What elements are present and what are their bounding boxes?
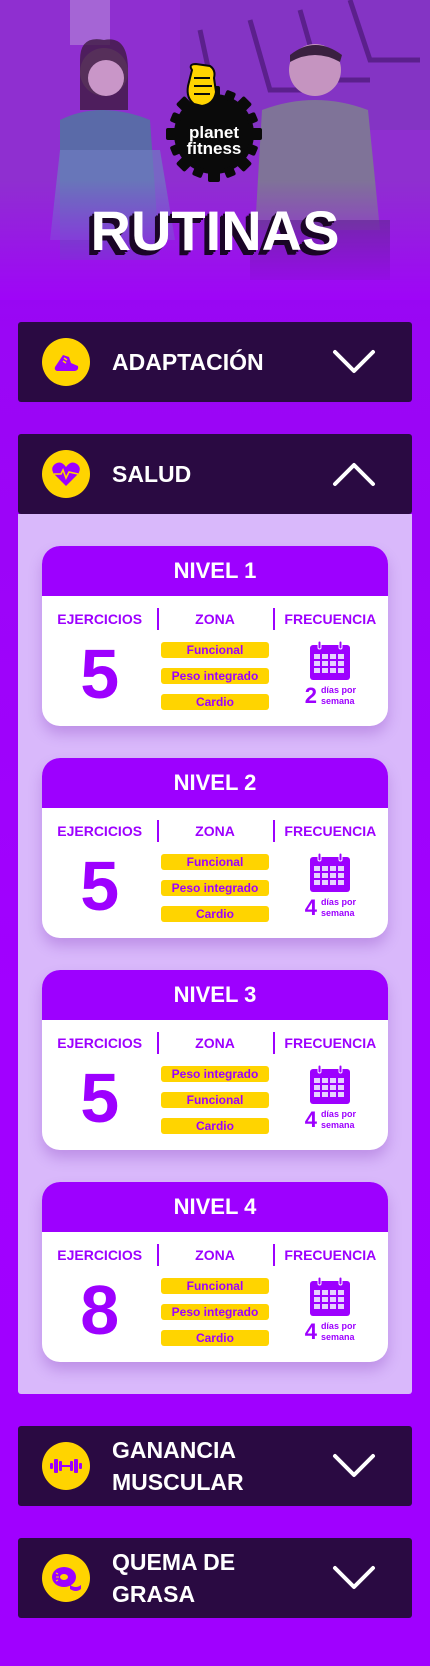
- ejercicios-column: EJERCICIOS 8: [42, 1244, 157, 1362]
- zone-badge: Funcional: [160, 1278, 269, 1294]
- zone-badge: Peso integrado: [160, 1304, 269, 1320]
- frecuencia-column: FRECUENCIA: [272, 608, 388, 726]
- accordion-header-adaptacion[interactable]: ADAPTACIÓN: [18, 322, 412, 402]
- ejercicios-column: EJERCICIOS 5: [42, 608, 157, 726]
- accordion-label: QUEMA DE GRASA: [112, 1549, 236, 1607]
- page-title: RUTINAS: [90, 199, 340, 262]
- column-title: FRECUENCIA: [284, 1035, 377, 1051]
- column-title: EJERCICIOS: [57, 1247, 143, 1263]
- chevron-down-icon[interactable]: [332, 1565, 376, 1591]
- days-label: días por: [320, 1109, 356, 1119]
- level-title: NIVEL 2: [42, 758, 388, 808]
- zone-badge: Cardio: [160, 694, 269, 710]
- ejercicios-column: EJERCICIOS 5: [42, 1032, 157, 1150]
- level-card-3: NIVEL 3 EJERCICIOS 5 ZONA Peso integrado…: [42, 970, 388, 1150]
- chevron-down-icon[interactable]: [332, 349, 376, 375]
- calendar-icon: [310, 852, 351, 892]
- zone-badge: Funcional: [160, 854, 269, 870]
- dumbbell-icon: [42, 1442, 90, 1490]
- column-title: EJERCICIOS: [57, 823, 143, 839]
- section-quema-de-grasa: QUEMA DE GRASA: [18, 1538, 412, 1618]
- zone-badge: Peso integrado: [160, 880, 269, 896]
- column-title: ZONA: [195, 1035, 235, 1051]
- days-label: días por: [320, 897, 356, 907]
- accordion-label: GANANCIA MUSCULAR: [112, 1437, 244, 1495]
- frecuencia-column: FRECUENCIA: [272, 1244, 388, 1362]
- column-title: FRECUENCIA: [284, 611, 377, 627]
- column-title: ZONA: [195, 823, 235, 839]
- exercise-count: 5: [80, 1059, 120, 1137]
- heart-pulse-icon: [42, 450, 90, 498]
- level-title: NIVEL 3: [42, 970, 388, 1020]
- days-label: días por: [320, 1321, 356, 1331]
- days-count: 4: [304, 1107, 317, 1132]
- exercise-count: 5: [80, 635, 120, 713]
- column-title: ZONA: [195, 1247, 235, 1263]
- level-title: NIVEL 1: [42, 546, 388, 596]
- zone-badge: Cardio: [160, 1330, 269, 1346]
- tape-measure-icon: [42, 1554, 90, 1602]
- level-card-4: NIVEL 4 EJERCICIOS 8 ZONA Funcional Peso…: [42, 1182, 388, 1362]
- zona-column: ZONA Funcional Peso integrado Cardio: [157, 820, 272, 938]
- zone-badge: Cardio: [160, 1118, 269, 1134]
- calendar-icon: [310, 1064, 351, 1104]
- level-title: NIVEL 4: [42, 1182, 388, 1232]
- level-card-2: NIVEL 2 EJERCICIOS 5 ZONA Funcional Peso…: [42, 758, 388, 938]
- calendar-icon: [310, 640, 351, 680]
- days-count: 2: [304, 683, 317, 708]
- frecuencia-column: FRECUENCIA: [272, 820, 388, 938]
- svg-text:fitness: fitness: [187, 139, 242, 158]
- zone-badge: Peso integrado: [160, 668, 269, 684]
- zone-badge: Funcional: [160, 642, 269, 658]
- exercise-count: 5: [80, 847, 120, 925]
- column-title: FRECUENCIA: [284, 823, 377, 839]
- column-title: ZONA: [195, 611, 235, 627]
- chevron-down-icon[interactable]: [332, 1453, 376, 1479]
- week-label: semana: [320, 908, 355, 918]
- column-title: EJERCICIOS: [57, 611, 143, 627]
- exercise-count: 8: [80, 1271, 120, 1349]
- fist-icon: [186, 62, 218, 108]
- chevron-up-icon[interactable]: [332, 461, 376, 487]
- days-count: 4: [304, 1319, 317, 1344]
- zone-badge: Funcional: [160, 1092, 269, 1108]
- zona-column: ZONA Peso integrado Funcional Cardio: [157, 1032, 272, 1150]
- week-label: semana: [320, 1332, 355, 1342]
- week-label: semana: [320, 696, 355, 706]
- week-label: semana: [320, 1120, 355, 1130]
- column-title: FRECUENCIA: [284, 1247, 377, 1263]
- column-title: EJERCICIOS: [57, 1035, 143, 1051]
- zone-badge: Cardio: [160, 906, 269, 922]
- accordion-label: SALUD: [112, 461, 192, 487]
- hero-banner: planet fitness RUTINAS: [0, 0, 430, 300]
- calendar-icon: [310, 1276, 351, 1316]
- section-adaptacion: ADAPTACIÓN: [18, 322, 412, 402]
- days-count: 4: [304, 895, 317, 920]
- sneaker-icon: [42, 338, 90, 386]
- section-salud: SALUD NIVEL 1 EJERCICIOS 5 ZONA Funciona…: [18, 434, 412, 1394]
- accordion-label: ADAPTACIÓN: [112, 349, 264, 375]
- zone-badge: Peso integrado: [160, 1066, 269, 1082]
- accordion-header-ganancia-muscular[interactable]: GANANCIA MUSCULAR: [18, 1426, 412, 1506]
- zona-column: ZONA Funcional Peso integrado Cardio: [157, 608, 272, 726]
- accordion-panel-salud: NIVEL 1 EJERCICIOS 5 ZONA Funcional Peso…: [18, 514, 412, 1394]
- accordion-header-salud[interactable]: SALUD: [18, 434, 412, 514]
- ejercicios-column: EJERCICIOS 5: [42, 820, 157, 938]
- days-label: días por: [320, 685, 356, 695]
- planet-fitness-logo: planet fitness: [166, 62, 262, 182]
- zona-column: ZONA Funcional Peso integrado Cardio: [157, 1244, 272, 1362]
- section-ganancia-muscular: GANANCIA MUSCULAR: [18, 1426, 412, 1506]
- frecuencia-column: FRECUENCIA: [272, 1032, 388, 1150]
- accordion-header-quema-de-grasa[interactable]: QUEMA DE GRASA: [18, 1538, 412, 1618]
- level-card-1: NIVEL 1 EJERCICIOS 5 ZONA Funcional Peso…: [42, 546, 388, 726]
